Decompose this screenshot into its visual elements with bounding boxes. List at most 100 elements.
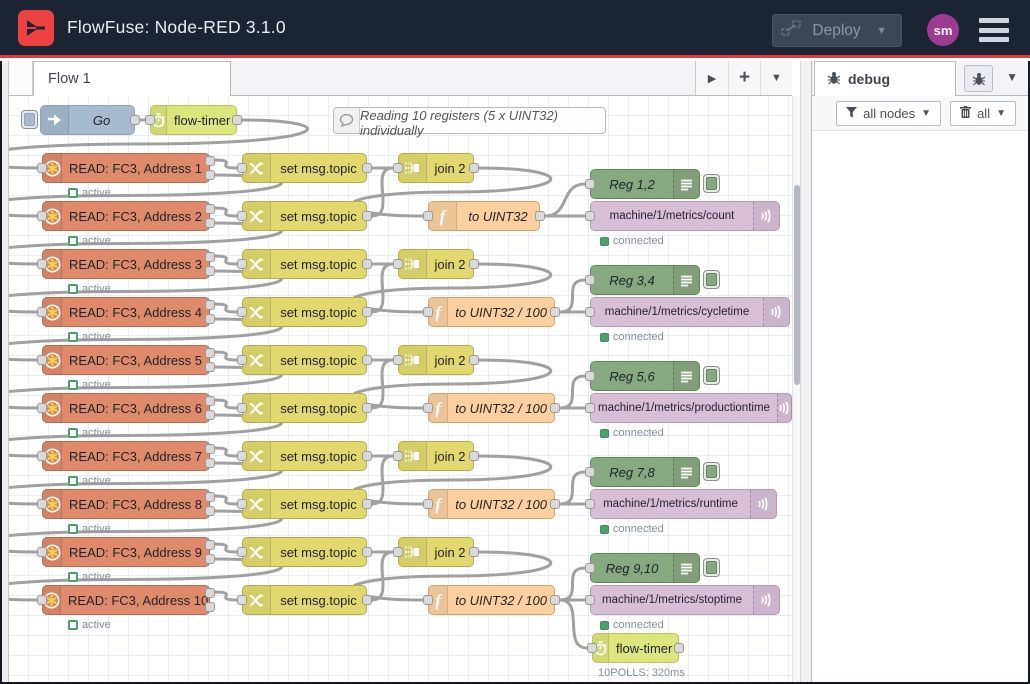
output-port-1[interactable] <box>205 348 215 358</box>
input-port[interactable] <box>585 179 595 189</box>
input-port[interactable] <box>37 499 47 509</box>
input-port[interactable] <box>393 451 403 461</box>
input-port[interactable] <box>585 563 595 573</box>
node-reg1[interactable]: Reg 1,2 <box>590 169 700 199</box>
output-port[interactable] <box>362 451 372 461</box>
wire[interactable] <box>215 352 237 360</box>
input-port[interactable] <box>585 499 595 509</box>
node-set4[interactable]: set msg.topic <box>242 297 367 327</box>
input-port[interactable] <box>237 211 247 221</box>
wire[interactable] <box>560 568 585 600</box>
debug-sidebar-bug-button[interactable] <box>964 65 993 92</box>
deploy-button[interactable]: Deploy ▼ <box>772 14 902 47</box>
input-port[interactable] <box>237 259 247 269</box>
input-port[interactable] <box>237 355 247 365</box>
output-port-1[interactable] <box>205 156 215 166</box>
node-join3[interactable]: join 2 <box>398 345 474 375</box>
node-comment[interactable]: Reading 10 registers (5 x UINT32) indivi… <box>333 107 606 134</box>
output-port-1[interactable] <box>205 396 215 406</box>
output-port-2[interactable] <box>205 410 215 420</box>
node-set7[interactable]: set msg.topic <box>242 441 367 471</box>
input-port[interactable] <box>37 163 47 173</box>
node-set8[interactable]: set msg.topic <box>242 489 367 519</box>
node-func3[interactable]: fto UINT32 / 100 <box>428 393 555 423</box>
node-set9[interactable]: set msg.topic <box>242 537 367 567</box>
input-port[interactable] <box>423 307 433 317</box>
output-port[interactable] <box>362 547 372 557</box>
input-port[interactable] <box>585 403 595 413</box>
output-port-2[interactable] <box>205 602 215 612</box>
wire[interactable] <box>560 472 585 504</box>
flow-list-chevron-down-icon[interactable]: ▼ <box>760 61 792 95</box>
node-read5[interactable]: READ: FC3, Address 5 <box>42 345 210 375</box>
output-port-2[interactable] <box>205 458 215 468</box>
input-port[interactable] <box>237 499 247 509</box>
wire[interactable] <box>215 448 237 456</box>
node-button[interactable] <box>703 558 720 577</box>
node-button[interactable] <box>703 366 720 385</box>
input-port[interactable] <box>37 355 47 365</box>
output-port-2[interactable] <box>205 362 215 372</box>
input-port[interactable] <box>585 595 595 605</box>
node-set2[interactable]: set msg.topic <box>242 201 367 231</box>
wire[interactable] <box>372 264 393 312</box>
user-avatar[interactable]: sm <box>927 14 959 46</box>
output-port[interactable] <box>535 211 545 221</box>
output-port[interactable] <box>362 259 372 269</box>
output-port-1[interactable] <box>205 204 215 214</box>
input-port[interactable] <box>237 163 247 173</box>
wire[interactable] <box>215 496 237 504</box>
input-port[interactable] <box>393 259 403 269</box>
output-port[interactable] <box>362 595 372 605</box>
output-port[interactable] <box>674 643 684 653</box>
wire[interactable] <box>372 552 393 600</box>
node-read10[interactable]: READ: FC3, Address 10 <box>42 585 210 615</box>
output-port[interactable] <box>362 355 372 365</box>
input-port[interactable] <box>145 115 155 125</box>
main-menu-icon[interactable] <box>979 18 1009 42</box>
node-join1[interactable]: join 2 <box>398 153 474 183</box>
node-set3[interactable]: set msg.topic <box>242 249 367 279</box>
wire[interactable] <box>215 256 237 264</box>
output-port-2[interactable] <box>205 506 215 516</box>
node-read6[interactable]: READ: FC3, Address 6 <box>42 393 210 423</box>
input-port[interactable] <box>37 595 47 605</box>
input-port[interactable] <box>393 355 403 365</box>
node-read4[interactable]: READ: FC3, Address 4 <box>42 297 210 327</box>
input-port[interactable] <box>37 451 47 461</box>
input-port[interactable] <box>423 499 433 509</box>
tab-scroll-right-icon[interactable]: ▶ <box>696 61 728 95</box>
input-port[interactable] <box>237 403 247 413</box>
output-port[interactable] <box>362 211 372 221</box>
node-button[interactable] <box>21 110 38 129</box>
wire[interactable] <box>215 400 237 408</box>
node-read8[interactable]: READ: FC3, Address 8 <box>42 489 210 519</box>
input-port[interactable] <box>37 211 47 221</box>
input-port[interactable] <box>37 259 47 269</box>
debug-filter-button[interactable]: all nodes ▼ <box>836 101 941 126</box>
output-port[interactable] <box>362 307 372 317</box>
wire[interactable] <box>372 168 393 216</box>
output-port-1[interactable] <box>205 540 215 550</box>
output-port-2[interactable] <box>205 314 215 324</box>
canvas-vertical-scrollbar[interactable] <box>792 96 800 682</box>
node-read7[interactable]: READ: FC3, Address 7 <box>42 441 210 471</box>
output-port-1[interactable] <box>205 444 215 454</box>
node-reg5[interactable]: Reg 9,10 <box>590 553 700 583</box>
wire[interactable] <box>215 592 237 600</box>
node-timer_top[interactable]: flow-timer <box>150 105 237 135</box>
output-port[interactable] <box>469 163 479 173</box>
output-port-2[interactable] <box>205 266 215 276</box>
output-port[interactable] <box>232 115 242 125</box>
output-port[interactable] <box>469 547 479 557</box>
input-port[interactable] <box>237 307 247 317</box>
node-set1[interactable]: set msg.topic <box>242 153 367 183</box>
node-func5[interactable]: fto UINT32 / 100 <box>428 585 555 615</box>
wire[interactable] <box>545 184 585 216</box>
debug-clear-button[interactable]: all ▼ <box>950 101 1016 126</box>
wire[interactable] <box>215 160 237 168</box>
wire[interactable] <box>372 360 393 408</box>
wire[interactable] <box>215 544 237 552</box>
node-set6[interactable]: set msg.topic <box>242 393 367 423</box>
tab-debug[interactable]: debug <box>814 61 956 96</box>
